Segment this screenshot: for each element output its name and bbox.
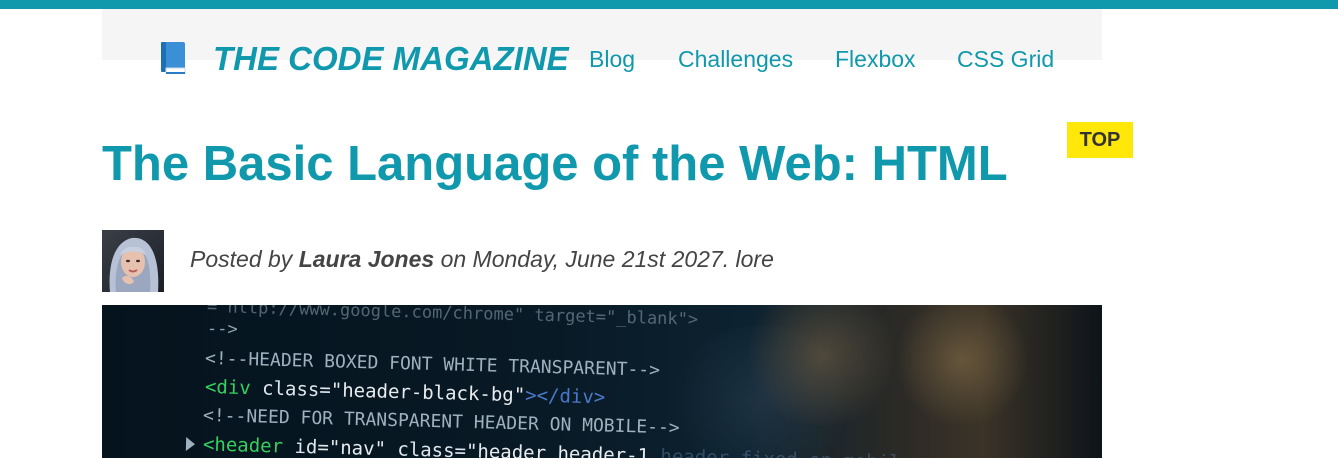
code-line: <div class="header-black-bg"></div> — [205, 376, 606, 408]
code-token: "header-black-bg" — [330, 379, 526, 407]
book-icon — [158, 41, 188, 75]
author-avatar — [102, 230, 164, 292]
nav-link-blog[interactable]: Blog — [589, 45, 635, 73]
post-byline: Posted by Laura Jones on Monday, June 21… — [190, 244, 774, 274]
code-token: class= — [250, 377, 332, 402]
nav-link-css-grid[interactable]: CSS Grid — [957, 45, 1054, 73]
code-token: <div — [204, 376, 252, 400]
byline-date: on Monday, June 21st 2027. lore — [434, 246, 774, 272]
top-accent-bar — [0, 0, 1338, 9]
code-token: id= — [282, 435, 330, 458]
code-line: ="http://www.google.com/chrome" target="… — [206, 305, 699, 330]
code-token: <header — [202, 433, 284, 458]
nav-link-flexbox[interactable]: Flexbox — [835, 45, 916, 73]
author-name[interactable]: Laura Jones — [299, 246, 435, 272]
code-token: class= — [385, 438, 467, 458]
top-badge: TOP — [1067, 122, 1133, 158]
nav-link-challenges[interactable]: Challenges — [678, 45, 793, 73]
code-token: "nav" — [328, 436, 387, 458]
code-token: ></div> — [524, 384, 606, 409]
page-title: The Basic Language of the Web: HTML — [102, 137, 1008, 191]
hero-image: ="http://www.google.com/chrome" target="… — [102, 305, 1102, 458]
code-line: <!--HEADER BOXED FONT WHITE TRANSPARENT-… — [204, 348, 661, 381]
code-line: --> — [206, 319, 238, 340]
hero-bokeh — [892, 305, 1032, 425]
code-line: <!--NEED FOR TRANSPARENT HEADER ON MOBIL… — [202, 405, 680, 439]
brand-logo[interactable]: THE CODE MAGAZINE — [213, 39, 569, 79]
code-token: "header header-1 — [465, 440, 650, 458]
expand-triangle-icon — [185, 437, 196, 452]
byline-prefix: Posted by — [190, 246, 299, 272]
